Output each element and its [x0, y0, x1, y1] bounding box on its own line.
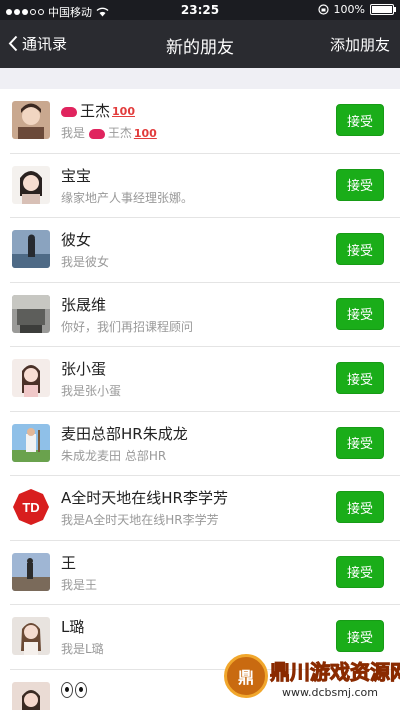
list-item[interactable]: 张小蛋 我是张小蛋 接受	[0, 347, 400, 412]
request-message: 你好，我们再招课程顾问	[61, 319, 194, 334]
eye-icon	[61, 682, 73, 698]
contact-name: 王杰	[80, 102, 111, 120]
contact-name: 张晟维	[61, 295, 107, 314]
accept-button[interactable]: 接受	[336, 555, 384, 588]
hundred-points-icon: 100	[112, 105, 135, 118]
request-message: 我是	[61, 126, 86, 140]
watermark-url: www.dcbsmj.com	[282, 686, 378, 699]
nav-bar: 通讯录 新的朋友 添加朋友	[0, 20, 400, 68]
battery-icon	[370, 4, 396, 15]
watermark: 鼎 鼎川游戏资源网 www.dcbsmj.com	[222, 652, 400, 708]
avatar: TD	[12, 488, 50, 526]
avatar	[12, 101, 50, 139]
request-message: 我是L璐	[61, 642, 104, 656]
avatar	[12, 359, 50, 397]
request-message: 我是彼女	[61, 255, 110, 269]
watermark-title: 鼎川游戏资源网	[270, 660, 400, 685]
avatar	[12, 230, 50, 268]
watermark-logo: 鼎	[224, 654, 268, 698]
accept-button[interactable]: 接受	[336, 233, 384, 265]
contact-name: 宝宝	[61, 166, 92, 185]
avatar	[12, 681, 50, 710]
lips-icon	[61, 106, 77, 117]
list-item[interactable]: 王 我是王 接受	[0, 541, 400, 606]
battery-percent: 100%	[333, 3, 365, 16]
contact-name: 张小蛋	[61, 360, 107, 378]
request-message: 我是张小蛋	[61, 384, 122, 398]
list-item[interactable]: 张晟维 你好，我们再招课程顾问 接受	[0, 283, 400, 348]
request-message: 朱成龙麦田 总部HR	[61, 448, 167, 463]
list-item[interactable]: 麦田总部HR朱成龙 朱成龙麦田 总部HR 接受	[0, 412, 400, 477]
accept-button[interactable]: 接受	[336, 362, 384, 394]
avatar	[12, 294, 50, 333]
contact-name: 麦田总部HR朱成龙	[61, 424, 188, 443]
svg-text:TD: TD	[22, 500, 39, 515]
accept-button[interactable]: 接受	[336, 104, 384, 136]
accept-button[interactable]: 接受	[336, 168, 384, 201]
accept-button[interactable]: 接受	[336, 620, 384, 652]
list-item[interactable]: 王杰 100 我是 王杰 100 接受	[0, 89, 400, 154]
contact-name: 王	[61, 553, 77, 572]
avatar	[12, 617, 50, 655]
list-item[interactable]: TD A全时天地在线HR李学芳 我是A全时天地在线HR李学芳 接受	[0, 476, 400, 541]
avatar	[12, 423, 50, 462]
contact-name: 彼女	[61, 231, 92, 249]
request-message-name: 王杰	[107, 126, 132, 140]
add-friend-button[interactable]: 添加朋友	[330, 34, 390, 55]
accept-button[interactable]: 接受	[336, 491, 384, 523]
status-bar: 中国移动 23:25 100%	[0, 0, 400, 20]
request-message: 缘家地产人事经理张娜。	[61, 190, 194, 205]
request-message: 我是A全时天地在线HR李学芳	[61, 513, 219, 527]
request-message: 我是王	[61, 577, 98, 592]
friend-request-list: 王杰 100 我是 王杰 100 接受 宝宝 缘家地产人事经理张娜。 接受 彼女 我…	[0, 89, 400, 710]
lips-icon	[88, 128, 105, 139]
list-item[interactable]: 宝宝 缘家地产人事经理张娜。 接受	[0, 154, 400, 219]
lock-rotation-icon	[317, 4, 329, 15]
contact-name: A全时天地在线HR李学芳	[61, 489, 228, 507]
eye-icon	[75, 682, 87, 698]
accept-button[interactable]: 接受	[336, 426, 384, 459]
avatar	[12, 165, 50, 204]
list-item[interactable]: 彼女 我是彼女 接受	[0, 218, 400, 283]
avatar	[12, 552, 50, 591]
hundred-points-icon: 100	[133, 127, 157, 140]
contact-name: L璐	[61, 618, 85, 636]
accept-button[interactable]: 接受	[336, 297, 384, 330]
